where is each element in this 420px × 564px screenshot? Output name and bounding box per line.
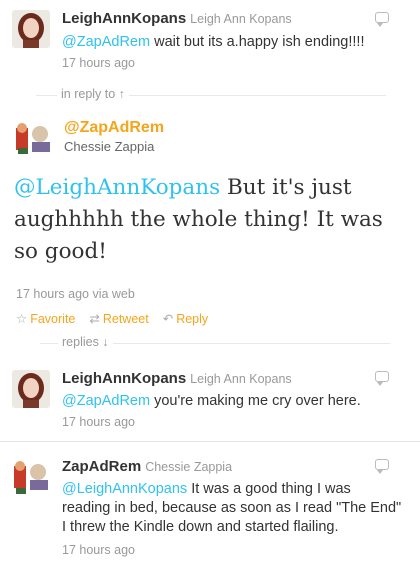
avatar-zapadrem[interactable]: [14, 120, 54, 156]
reply-label: Reply: [176, 312, 209, 326]
tweet-text: @ZapAdRem you're making me cry over here…: [62, 392, 402, 411]
main-tweet: @ZapAdRem Chessie Zappia @LeighAnnKopans…: [0, 106, 420, 332]
reply-icon: ↶: [162, 312, 174, 326]
tweet-text: @LeighAnnKopans It was a good thing I wa…: [62, 480, 402, 537]
retweet-button[interactable]: ⇄ Retweet: [89, 312, 148, 326]
tweet-author-handle[interactable]: LeighAnnKopans: [62, 370, 186, 387]
tweet-text: @ZapAdRem wait but its a.happy ish endin…: [62, 33, 402, 52]
tweet-body: wait but its a.happy ish ending!!!!: [150, 34, 365, 50]
separator: [0, 441, 420, 442]
mention-link[interactable]: @LeighAnnKopans: [62, 481, 187, 497]
tweet-actions: ☆ Favorite ⇄ Retweet ↶ Reply: [16, 311, 222, 326]
reply-tweet: LeighAnnKopans Leigh Ann Kopans @ZapAdRem…: [0, 360, 420, 442]
reply-button[interactable]: ↶ Reply: [163, 312, 208, 326]
tweet-timestamp[interactable]: 17 hours ago: [62, 543, 135, 557]
tweet-author-name: Chessie Zappia: [145, 460, 233, 474]
main-tweet-name: Chessie Zappia: [64, 139, 155, 154]
tweet-author-handle[interactable]: ZapAdRem: [62, 458, 141, 475]
favorite-label: Favorite: [30, 312, 76, 326]
caret-icon[interactable]: [375, 12, 389, 27]
main-tweet-handle[interactable]: @ZapAdRem: [64, 119, 164, 136]
tweet-timestamp[interactable]: 17 hours ago: [62, 56, 135, 70]
main-tweet-text: @LeighAnnKopans But it's just aughhhhh t…: [14, 172, 409, 268]
mention-link[interactable]: @ZapAdRem: [62, 393, 150, 409]
tweet-body: you're making me cry over here.: [150, 393, 361, 409]
tweet-timestamp[interactable]: 17 hours ago: [62, 415, 135, 429]
tweet-author-name: Leigh Ann Kopans: [190, 372, 292, 386]
avatar-leighann[interactable]: [12, 10, 50, 48]
caret-icon[interactable]: [375, 459, 389, 474]
retweet-label: Retweet: [102, 312, 149, 326]
mention-link[interactable]: @LeighAnnKopans: [14, 175, 220, 200]
retweet-icon: ⇄: [89, 312, 100, 326]
in-reply-to-link[interactable]: in reply to ↑: [57, 87, 129, 101]
reply-tweet: ZapAdRem Chessie Zappia @LeighAnnKopans I…: [0, 448, 420, 564]
main-tweet-meta[interactable]: 17 hours ago via web: [16, 287, 135, 301]
favorite-button[interactable]: ☆ Favorite: [16, 312, 75, 326]
mention-link[interactable]: @ZapAdRem: [62, 34, 150, 50]
tweet-author-name: Leigh Ann Kopans: [190, 12, 292, 26]
avatar-leighann[interactable]: [12, 370, 50, 408]
avatar-zapadrem[interactable]: [12, 458, 52, 496]
tweet-author-handle[interactable]: LeighAnnKopans: [62, 10, 186, 27]
tweet-above: LeighAnnKopans Leigh Ann Kopans @ZapAdRem…: [0, 0, 420, 82]
star-icon: ☆: [16, 312, 28, 326]
caret-icon[interactable]: [375, 371, 389, 386]
replies-link[interactable]: replies ↓: [58, 335, 113, 349]
